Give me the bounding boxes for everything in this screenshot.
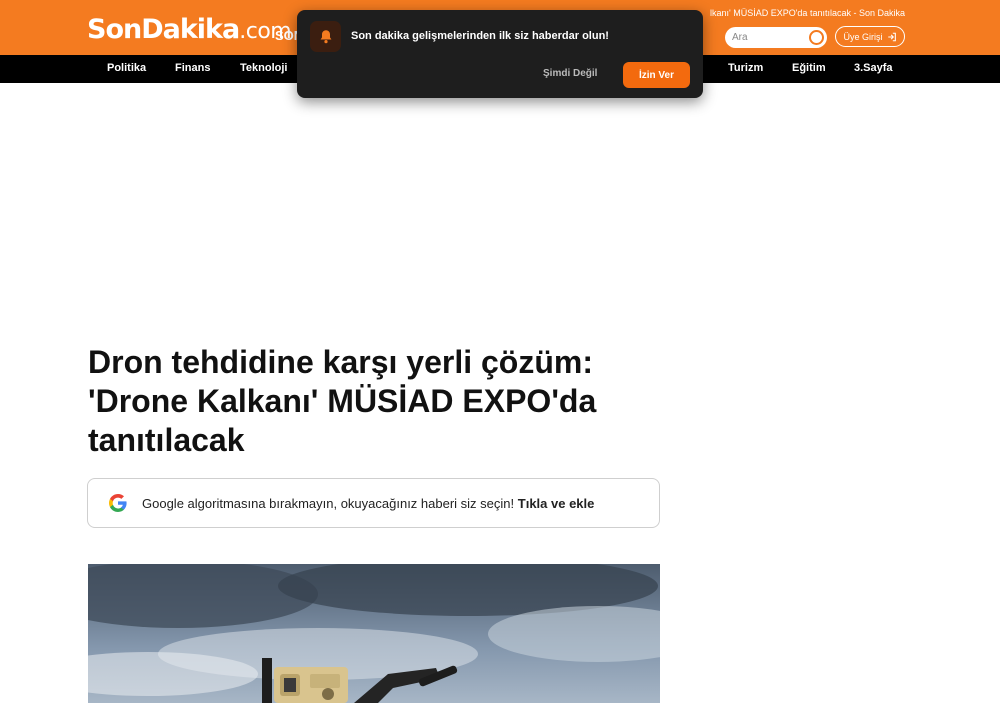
search-icon[interactable] <box>809 30 824 45</box>
nav-teknoloji[interactable]: Teknoloji <box>240 62 287 74</box>
login-arrow-icon <box>887 32 896 41</box>
article-headline: Dron tehdidine karşı yerli çözüm: 'Drone… <box>88 343 648 460</box>
nav-finans[interactable]: Finans <box>175 62 210 74</box>
google-cta[interactable]: Tıkla ve ekle <box>518 496 595 511</box>
article-image <box>88 564 660 703</box>
nav-turizm[interactable]: Turizm <box>728 62 763 74</box>
allow-button[interactable]: İzin Ver <box>623 62 690 88</box>
login-label: Üye Girişi <box>843 31 883 42</box>
nav-egitim[interactable]: Eğitim <box>792 62 826 74</box>
headline-line: 'Drone Kalkanı' MÜSİAD EXPO'da <box>88 383 597 419</box>
notification-prompt: Son dakika gelişmelerinden ilk siz haber… <box>297 10 703 98</box>
nav-3-sayfa[interactable]: 3.Sayfa <box>854 62 893 74</box>
search-input[interactable] <box>732 30 808 45</box>
search-box <box>725 27 827 48</box>
notification-message: Son dakika gelişmelerinden ilk siz haber… <box>351 30 609 42</box>
login-button[interactable]: Üye Girişi <box>835 26 905 47</box>
not-now-button[interactable]: Şimdi Değil <box>543 68 597 79</box>
news-ticker[interactable]: lkanı' MÜSİAD EXPO'da tanıtılacak - Son … <box>710 8 905 18</box>
headline-line: Dron tehdidine karşı yerli çözüm: <box>88 344 593 380</box>
bell-icon <box>310 21 341 52</box>
logo-main: SonDakika <box>87 14 240 45</box>
headline-line: tanıtılacak <box>88 422 245 458</box>
google-source-card[interactable]: Google algoritmasına bırakmayın, okuyaca… <box>87 478 660 528</box>
google-prompt: Google algoritmasına bırakmayın, okuyaca… <box>142 496 515 511</box>
google-prompt-text: Google algoritmasına bırakmayın, okuyaca… <box>142 496 594 511</box>
site-logo[interactable]: SonDakika.com <box>87 14 292 45</box>
google-g-icon <box>109 494 127 512</box>
nav-politika[interactable]: Politika <box>107 62 146 74</box>
